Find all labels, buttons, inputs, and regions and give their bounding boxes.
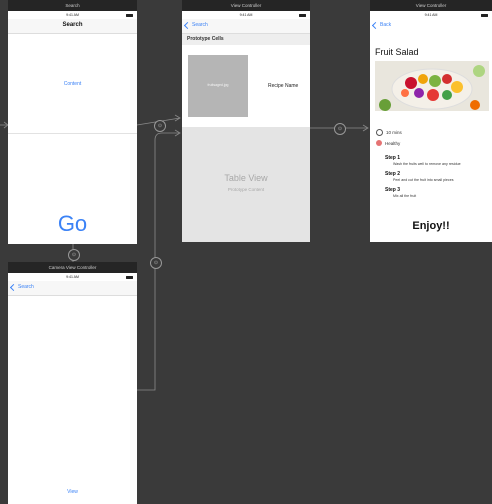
step-2: Step 2 Peel and cut the fruit into small… (385, 171, 490, 182)
table-view[interactable]: Table View Prototype Content (182, 127, 310, 242)
battery-icon (481, 14, 488, 17)
step-text: Wash the fruits well to remove any resid… (393, 162, 461, 166)
status-time: 9:41 AM (239, 13, 253, 17)
status-bar: 9:41 AM (370, 11, 492, 19)
content-label[interactable]: Content (8, 81, 137, 87)
segue-arrowhead (174, 114, 181, 122)
back-button[interactable]: Search (9, 283, 34, 291)
step-title: Step 1 (385, 155, 401, 161)
health-row: Healthy (376, 140, 400, 146)
back-label: Search (192, 22, 208, 28)
status-bar: 9:41 AM (8, 11, 137, 19)
segue-circle-icon[interactable]: ⊙ (154, 120, 166, 132)
enjoy-label: Enjoy!! (412, 220, 450, 232)
recipe-title: Fruit Salad (375, 47, 419, 57)
navigation-bar: Search (8, 281, 137, 296)
chevron-left-icon (183, 21, 192, 29)
scene-title[interactable]: View Controller (370, 0, 492, 11)
segue-circle-icon[interactable]: ⊙ (334, 123, 346, 135)
battery-icon (126, 276, 133, 279)
chevron-left-icon (9, 283, 18, 291)
prototype-content-label: Prototype Content (227, 187, 265, 192)
status-time: 9:41 AM (66, 13, 79, 17)
scene-title[interactable]: Camera View Controller (8, 262, 137, 273)
navigation-bar: Back (370, 19, 492, 33)
container-divider (8, 133, 137, 134)
prototype-cell[interactable]: fruitsaged.jpg Recipe Name (182, 45, 310, 127)
navigation-bar: Search (182, 19, 310, 34)
segue-circle-icon[interactable]: ⊙ (68, 249, 80, 261)
scene-camera-view-controller[interactable]: Camera View Controller 9:41 AM Search Vi… (8, 262, 137, 504)
scene-view-controller-table[interactable]: View Controller 9:41 AM Search Prototype… (182, 0, 310, 242)
step-text: Peel and cut the fruit into small pieces (393, 178, 454, 182)
device-frame: 9:41 AM Back Fruit Salad 10 mins Healthy… (370, 11, 492, 242)
chevron-left-icon (371, 21, 380, 29)
clock-icon (376, 129, 383, 136)
fruit-bowl-illustration (379, 65, 485, 111)
fruit-salad-image (375, 61, 489, 111)
recipe-name-label: Recipe Name (268, 83, 299, 89)
back-label: Search (18, 284, 34, 290)
recipe-image-placeholder[interactable]: fruitsaged.jpg (188, 55, 248, 117)
status-bar: 9:41 AM (182, 11, 310, 19)
view-label[interactable]: View (8, 489, 137, 495)
storyboard-canvas[interactable]: ⊙ ⊙ ⊙ ⊙ Search 9:41 AM Search Content Go… (0, 0, 492, 504)
device-frame: 9:41 AM Search Content Go (8, 11, 137, 244)
status-time: 9:41 AM (66, 275, 79, 279)
back-button[interactable]: Search (183, 21, 208, 29)
table-view-label: Table View (224, 173, 268, 183)
health-label: Healthy (385, 140, 401, 146)
nav-title: Search (62, 22, 83, 28)
section-header-label: Prototype Cells (187, 36, 224, 42)
device-frame: 9:41 AM Search Prototype Cells fruitsage… (182, 11, 310, 242)
scene-title[interactable]: View Controller (182, 0, 310, 11)
image-name-label: fruitsaged.jpg (207, 83, 229, 87)
scene-search[interactable]: Search 9:41 AM Search Content Go (8, 0, 137, 244)
scene-title[interactable]: Search (8, 0, 137, 11)
scene-view-controller-detail[interactable]: View Controller 9:41 AM Back Fruit Salad (370, 0, 492, 242)
step-text: Mix all the fruit (393, 194, 417, 198)
back-label: Back (380, 22, 392, 28)
healthy-icon (376, 140, 382, 146)
duration-label: 10 mins (386, 130, 402, 135)
go-button[interactable]: Go (8, 211, 137, 237)
section-header: Prototype Cells (182, 34, 310, 45)
segue-circle-icon[interactable]: ⊙ (150, 257, 162, 269)
step-1: Step 1 Wash the fruits well to remove an… (385, 155, 490, 166)
status-time: 9:41 AM (424, 13, 438, 17)
back-button[interactable]: Back (371, 21, 392, 29)
device-frame: 9:41 AM Search View (8, 273, 137, 504)
step-3: Step 3 Mix all the fruit (385, 187, 490, 198)
step-title: Step 2 (385, 171, 401, 177)
navigation-bar: Search (8, 19, 137, 34)
battery-icon (299, 14, 306, 17)
battery-icon (126, 14, 133, 17)
step-title: Step 3 (385, 187, 401, 193)
duration-row: 10 mins (376, 129, 402, 136)
status-bar: 9:41 AM (8, 273, 137, 281)
